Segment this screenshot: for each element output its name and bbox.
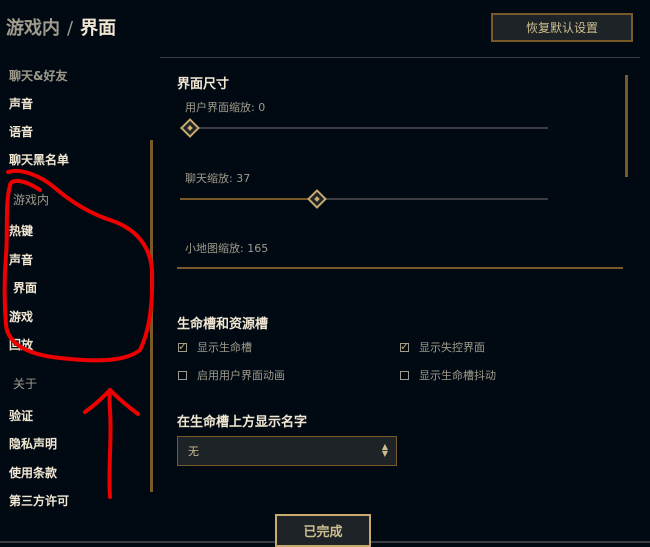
annotation-arrow <box>83 388 140 499</box>
red-annotation-drawing <box>2 168 155 499</box>
annotation-loop <box>2 168 155 363</box>
